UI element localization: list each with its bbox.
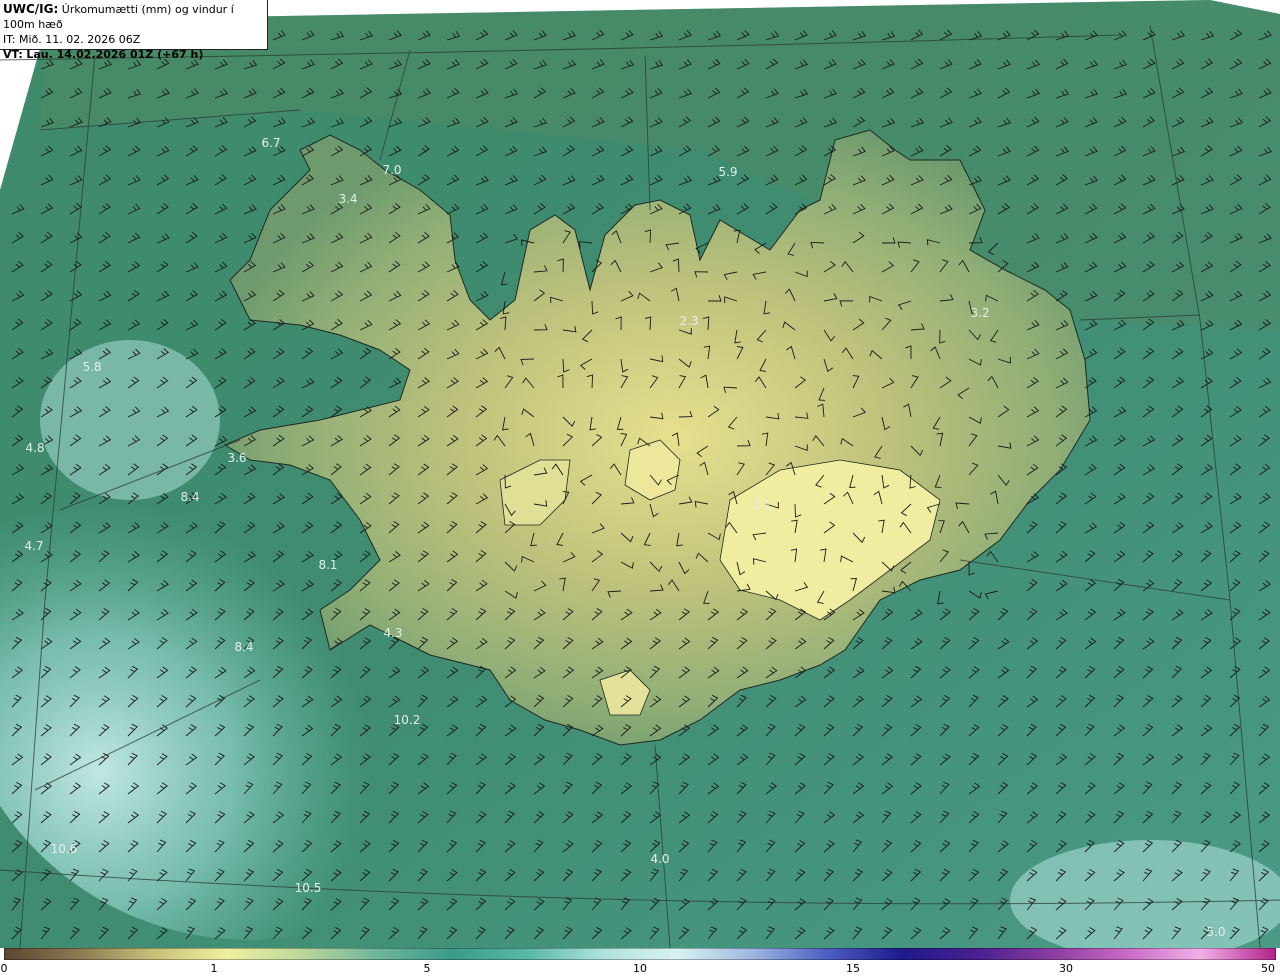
precip-value-label: 7.0 — [382, 163, 402, 177]
colorbar-strip — [4, 948, 1276, 960]
forecast-map[interactable]: UWC/IG: Úrkomumætti (mm) og vindur í 100… — [0, 0, 1280, 948]
precip-value-label: 4.8 — [25, 441, 45, 455]
colorbar-tick: 30 — [1059, 962, 1073, 975]
precip-value-label: 2.3 — [679, 314, 699, 328]
colorbar-tick: 10 — [633, 962, 647, 975]
precip-value-label: 8.4 — [234, 640, 254, 654]
precip-value-label: 5.9 — [718, 165, 738, 179]
precip-value-label: 3.1 — [752, 498, 772, 512]
precip-value-label: 8.4 — [180, 490, 200, 504]
precip-value-label: 3.2 — [970, 306, 990, 320]
valid-time: Lau. 14.02.2026 01Z (+67 h) — [26, 48, 204, 61]
precip-value-label: 5.0 — [1206, 925, 1226, 939]
precip-value-label: 10.2 — [393, 713, 421, 727]
initial-time: IT: Mið. 11. 02. 2026 06Z — [3, 33, 141, 46]
precip-value-label: 10.5 — [294, 881, 322, 895]
colorbar-tick: 50 — [1261, 962, 1275, 975]
precip-value-label: 8.1 — [318, 558, 338, 572]
precip-value-label: 3.4 — [338, 192, 358, 206]
colorbar-tick: 1 — [210, 962, 218, 975]
precip-value-label: 4.0 — [650, 852, 670, 866]
map-canvas — [0, 0, 1280, 948]
precip-value-label: 4.7 — [24, 539, 44, 553]
colorbar: 0 1 5 10 15 30 50 — [0, 948, 1280, 978]
precip-value-label: 3.6 — [227, 451, 247, 465]
precip-value-label: 6.7 — [261, 136, 281, 150]
colorbar-tick: 15 — [846, 962, 860, 975]
map-title-box: UWC/IG: Úrkomumætti (mm) og vindur í 100… — [0, 0, 268, 61]
valid-time-label: VT: — [3, 48, 23, 61]
colorbar-tick: 0 — [0, 962, 8, 975]
precip-value-label: 5.8 — [82, 360, 102, 374]
model-name: UWC/IG: — [3, 2, 59, 16]
precip-value-label: 10.6 — [50, 842, 78, 856]
precip-value-label: 4.3 — [383, 626, 403, 640]
colorbar-tick: 5 — [423, 962, 431, 975]
